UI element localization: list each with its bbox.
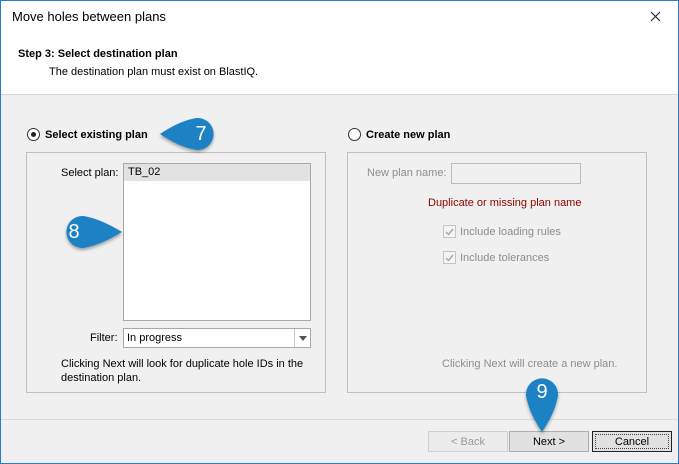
plan-listbox[interactable]: TB_02	[123, 163, 311, 321]
footer-separator	[1, 419, 678, 420]
callout-9-number: 9	[536, 380, 548, 403]
include-tolerances-checkbox[interactable]: Include tolerances	[443, 251, 549, 264]
create-new-plan-label: Create new plan	[366, 128, 451, 141]
filter-value: In progress	[127, 332, 183, 344]
filter-dropdown[interactable]: In progress	[123, 328, 311, 348]
include-tolerances-label: Include tolerances	[460, 251, 550, 264]
new-plan-name-label: New plan name:	[367, 167, 447, 179]
step-description: The destination plan must exist on Blast…	[49, 66, 259, 78]
select-existing-plan-radio[interactable]: Select existing plan	[27, 128, 148, 141]
filter-label: Filter:	[90, 332, 118, 344]
title-bar: Move holes between plans	[1, 1, 678, 31]
cancel-button[interactable]: Cancel	[592, 431, 672, 452]
existing-plan-note: Clicking Next will look for duplicate ho…	[61, 358, 304, 384]
radio-indicator	[27, 128, 40, 141]
include-loading-rules-checkbox[interactable]: Include loading rules	[443, 225, 561, 238]
window-title: Move holes between plans	[12, 9, 166, 24]
close-icon	[650, 11, 660, 21]
next-button-label: Next >	[532, 435, 566, 448]
include-loading-rules-label: Include loading rules	[460, 225, 561, 238]
new-plan-name-input[interactable]	[451, 163, 581, 184]
checkmark-icon	[445, 228, 454, 236]
dropdown-arrow-icon[interactable]	[294, 329, 310, 347]
radio-indicator	[348, 128, 361, 141]
close-button[interactable]	[632, 1, 678, 31]
callout-8-number: 8	[68, 220, 80, 243]
back-button[interactable]: < Back	[428, 431, 508, 452]
select-plan-label: Select plan:	[61, 167, 119, 179]
checkbox-indicator	[443, 225, 456, 238]
checkmark-icon	[445, 254, 454, 262]
focus-rectangle	[595, 434, 669, 449]
wizard-header: Step 3: Select destination plan The dest…	[1, 31, 678, 95]
checkbox-indicator	[443, 251, 456, 264]
plan-list-item[interactable]: TB_02	[124, 164, 310, 181]
callout-7-number: 7	[195, 122, 207, 145]
new-plan-note: Clicking Next will create a new plan.	[442, 358, 618, 370]
select-existing-plan-label: Select existing plan	[45, 128, 148, 141]
step-title: Step 3: Select destination plan	[18, 48, 178, 60]
create-new-plan-radio[interactable]: Create new plan	[348, 128, 450, 141]
plan-name-error: Duplicate or missing plan name	[428, 197, 582, 209]
